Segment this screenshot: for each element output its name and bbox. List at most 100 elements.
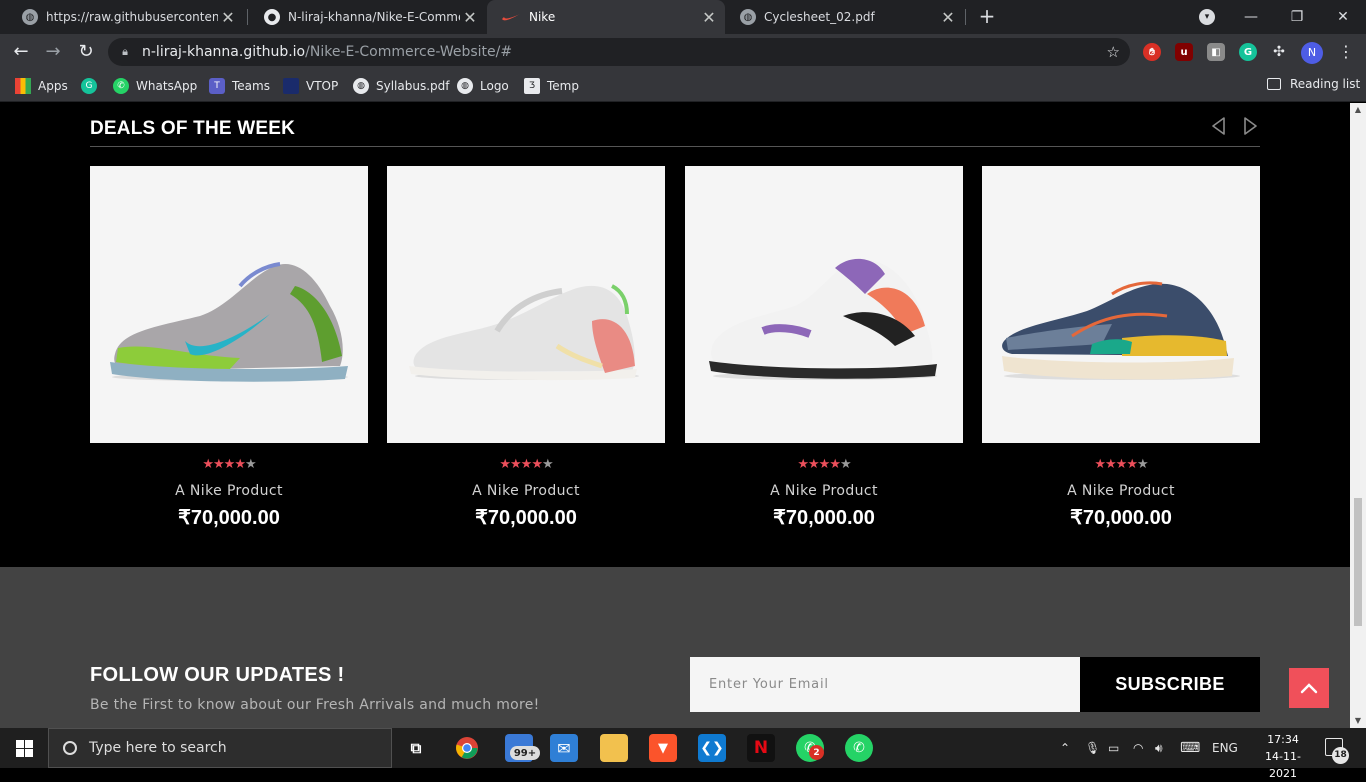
browser-tab-strip: ◍ https://raw.githubusercontent.co ✕ ● N… xyxy=(0,0,1366,34)
star-empty-icon: ★ xyxy=(1136,457,1149,472)
whatsapp-icon: ✆ xyxy=(113,78,129,94)
mail-app-icon[interactable]: ✉ xyxy=(550,734,578,762)
product-image-2[interactable] xyxy=(387,166,665,443)
tab-search-chevron-icon[interactable]: ▾ xyxy=(1199,9,1215,25)
bookmark-label: Syllabus.pdf xyxy=(376,79,450,93)
bookmark-logo[interactable]: ◍ Logo xyxy=(457,77,509,95)
back-to-top-button[interactable] xyxy=(1289,668,1329,708)
product-name[interactable]: A Nike Product xyxy=(685,483,963,499)
teams-icon: T xyxy=(209,78,225,94)
rating-stars: ★★★★★ xyxy=(685,457,963,472)
bookmark-syllabus[interactable]: ◍ Syllabus.pdf xyxy=(353,77,450,95)
star-filled-icon: ★★★★ xyxy=(499,457,543,472)
tab-raw-githubusercontent[interactable]: ◍ https://raw.githubusercontent.co ✕ xyxy=(8,0,244,34)
wifi-icon[interactable]: ◠ xyxy=(1133,728,1143,768)
bookmark-star-icon[interactable]: ☆ xyxy=(1107,43,1120,61)
apps-grid-icon xyxy=(15,78,31,94)
product-name[interactable]: A Nike Product xyxy=(982,483,1260,499)
address-url: n-liraj-khanna.github.io/Nike-E-Commerce… xyxy=(142,44,512,60)
bookmark-temp[interactable]: Ʒ Temp xyxy=(524,77,579,95)
ublock-extension-icon[interactable]: u xyxy=(1175,43,1193,61)
stop-hand-extension-icon[interactable]: ✋︎ xyxy=(1143,43,1161,61)
product-price: ₹70,000.00 xyxy=(475,507,577,529)
product-price: ₹70,000.00 xyxy=(1070,507,1172,529)
carousel-next-arrow-icon[interactable] xyxy=(1239,115,1261,137)
search-icon xyxy=(63,741,77,755)
globe-icon: ◍ xyxy=(353,78,369,94)
reading-list-button[interactable]: Reading list xyxy=(1267,77,1360,91)
input-language[interactable]: ENG xyxy=(1212,728,1238,768)
url-path: /Nike-E-Commerce-Website/# xyxy=(305,44,513,60)
vtop-icon xyxy=(283,78,299,94)
nike-swoosh-icon xyxy=(501,9,521,25)
gray-extension-icon[interactable]: ◧ xyxy=(1207,43,1225,61)
product-name[interactable]: A Nike Product xyxy=(90,483,368,499)
keyboard-icon[interactable]: ⌨ xyxy=(1180,728,1200,768)
bookmark-vtop[interactable]: VTOP xyxy=(283,77,338,95)
bookmarks-bar: Apps G ✆ WhatsApp T Teams VTOP ◍ Syllabu… xyxy=(0,70,1366,102)
volume-icon[interactable]: 🔊︎ xyxy=(1155,728,1163,768)
page-scrollbar[interactable]: ▲ ▼ xyxy=(1350,103,1366,728)
whatsapp-web-taskbar-icon[interactable]: ✆ xyxy=(845,734,873,762)
brave-browser-icon[interactable]: ▼ xyxy=(649,734,677,762)
bookmark-whatsapp[interactable]: ✆ WhatsApp xyxy=(113,77,197,95)
product-name[interactable]: A Nike Product xyxy=(387,483,665,499)
task-view-icon[interactable]: ⧉ xyxy=(402,734,430,762)
taskbar-search-box[interactable]: Type here to search xyxy=(48,728,392,768)
forward-arrow-icon[interactable]: → xyxy=(40,39,66,65)
product-image-4[interactable] xyxy=(982,166,1260,443)
windows-start-button[interactable] xyxy=(0,728,48,768)
battery-icon[interactable]: ▭ xyxy=(1108,728,1119,768)
subscribe-button[interactable]: SUBSCRIBE xyxy=(1080,657,1260,712)
tray-overflow-chevron-icon[interactable]: ⌃ xyxy=(1060,728,1070,768)
sneaker-image xyxy=(409,284,639,381)
notification-count-badge: 18 xyxy=(1332,747,1349,764)
bookmark-grammarly[interactable]: G xyxy=(81,77,104,95)
bookmark-teams[interactable]: T Teams xyxy=(209,77,270,95)
reload-icon[interactable]: ↻ xyxy=(73,39,99,65)
minimize-icon[interactable]: — xyxy=(1228,0,1274,34)
scroll-down-arrow-icon[interactable]: ▼ xyxy=(1350,714,1366,728)
back-arrow-icon[interactable]: ← xyxy=(8,39,34,65)
scroll-up-arrow-icon[interactable]: ▲ xyxy=(1350,103,1366,117)
close-icon[interactable]: ✕ xyxy=(938,8,958,27)
grammarly-extension-icon[interactable]: G xyxy=(1239,43,1257,61)
newsletter-section: FOLLOW OUR UPDATES ! Be the First to kno… xyxy=(0,567,1350,728)
bookmark-label: Logo xyxy=(480,79,509,93)
restore-icon[interactable]: ❐ xyxy=(1274,0,1320,34)
microphone-icon[interactable]: 🎙︎ xyxy=(1085,728,1100,768)
address-bar[interactable]: 🔒︎ n-liraj-khanna.github.io/Nike-E-Comme… xyxy=(108,38,1130,66)
window-close-icon[interactable]: ✕ xyxy=(1320,0,1366,34)
puzzle-extensions-icon[interactable]: ✣ xyxy=(1270,43,1288,61)
bookmark-label: VTOP xyxy=(306,79,339,93)
product-image-3[interactable] xyxy=(685,166,963,443)
email-input[interactable] xyxy=(690,657,1080,712)
new-tab-plus-icon[interactable]: + xyxy=(976,5,998,27)
sneaker-image xyxy=(1002,281,1240,380)
bookmark-label: WhatsApp xyxy=(136,79,198,93)
close-icon[interactable]: ✕ xyxy=(218,8,238,27)
clock-date: 14-11-2021 xyxy=(1265,750,1301,780)
menu-dots-icon[interactable]: ⋮ xyxy=(1338,42,1354,62)
product-image-1[interactable] xyxy=(90,166,368,443)
newsletter-title: FOLLOW OUR UPDATES ! xyxy=(90,664,345,686)
rating-stars: ★★★★★ xyxy=(387,457,665,472)
vscode-icon[interactable]: ❮❯ xyxy=(698,734,726,762)
url-host: n-liraj-khanna.github.io xyxy=(142,44,306,60)
chrome-taskbar-icon[interactable] xyxy=(453,734,481,762)
bookmark-apps[interactable]: Apps xyxy=(15,77,68,95)
close-icon[interactable]: ✕ xyxy=(699,8,719,27)
profile-avatar[interactable]: N xyxy=(1301,42,1323,64)
netflix-icon[interactable]: N xyxy=(747,734,775,762)
scroll-thumb[interactable] xyxy=(1354,498,1362,626)
taskbar-clock[interactable]: 17:34 14-11-2021 xyxy=(1253,731,1313,782)
tab-nike[interactable]: Nike ✕ xyxy=(487,0,725,34)
close-icon[interactable]: ✕ xyxy=(460,8,480,27)
clock-time: 17:34 xyxy=(1267,733,1299,746)
tab-cyclesheet-pdf[interactable]: ◍ Cyclesheet_02.pdf ✕ xyxy=(726,0,964,34)
tab-title: Nike xyxy=(529,10,556,24)
file-explorer-icon[interactable] xyxy=(600,734,628,762)
carousel-prev-arrow-icon[interactable] xyxy=(1208,115,1230,137)
tab-github-repo[interactable]: ● N-liraj-khanna/Nike-E-Commerce ✕ xyxy=(250,0,486,34)
star-empty-icon: ★ xyxy=(839,457,852,472)
